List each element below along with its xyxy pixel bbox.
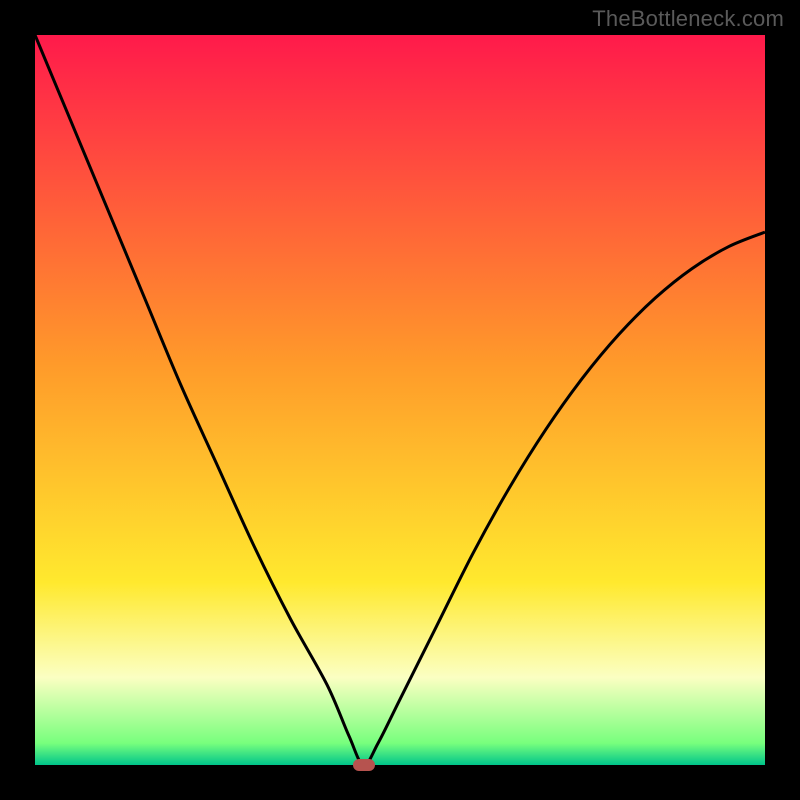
bottleneck-curve [35, 35, 765, 765]
watermark-text: TheBottleneck.com [592, 6, 784, 32]
chart-frame: TheBottleneck.com [0, 0, 800, 800]
curve-path [35, 35, 765, 765]
plot-area [35, 35, 765, 765]
optimal-point-marker [353, 759, 375, 771]
